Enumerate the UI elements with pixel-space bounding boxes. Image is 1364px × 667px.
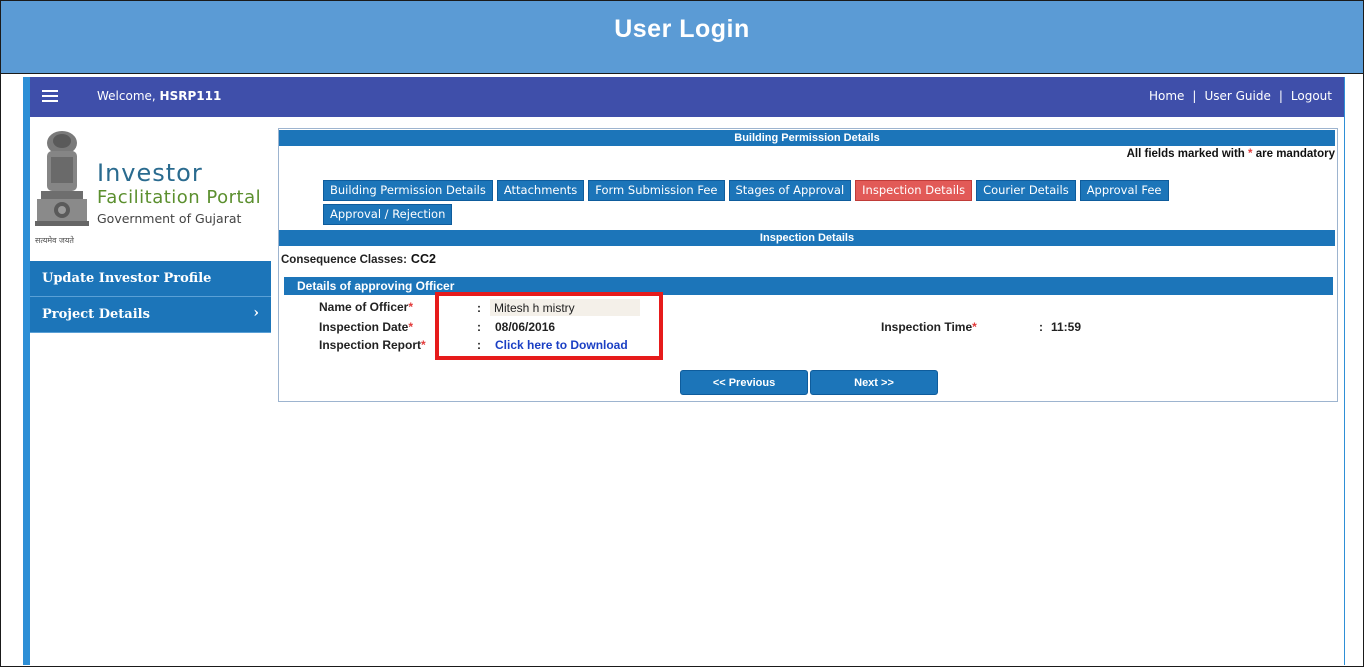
welcome-prefix: Welcome, (97, 89, 156, 103)
required-star: * (421, 338, 426, 352)
tab-attachments[interactable]: Attachments (496, 180, 585, 201)
tab-approval-rejection[interactable]: Approval / Rejection (323, 204, 453, 225)
main-content-panel: Building Permission Details All fields m… (278, 128, 1338, 402)
inspection-report-label: Inspection Report* (319, 338, 426, 352)
logo-government: Government of Gujarat (97, 211, 242, 226)
required-star: * (1248, 148, 1253, 160)
portal-logo[interactable]: Investor Facilitation Portal Government … (33, 127, 269, 247)
previous-button[interactable]: << Previous (680, 370, 808, 395)
sidebar-item-label: Project Details (42, 307, 150, 322)
section-header-building-permission: Building Permission Details (279, 130, 1335, 146)
separator: | (1192, 89, 1197, 103)
sidebar-item-project-details[interactable]: Project Details › (30, 297, 271, 333)
emblem-motto: सत्यमेव जयते (35, 236, 74, 245)
tab-form-submission-fee[interactable]: Form Submission Fee (588, 180, 725, 201)
inspection-time-label: Inspection Time* (881, 320, 977, 334)
top-navbar: Welcome, HSRP111 Home | User Guide | Logout (30, 77, 1344, 117)
app-container: Welcome, HSRP111 Home | User Guide | Logout … (23, 77, 1345, 665)
consequence-value: CC2 (410, 252, 436, 266)
sidebar: Investor Facilitation Portal Government … (30, 117, 271, 665)
sidebar-item-label: Update Investor Profile (42, 271, 212, 286)
page-title: User Login (614, 15, 750, 43)
next-button[interactable]: Next >> (810, 370, 938, 395)
logo-title: Investor (97, 159, 203, 187)
officer-name-label: Name of Officer* (319, 300, 414, 314)
inspection-date-value: 08/06/2016 (495, 320, 556, 334)
consequence-label: Consequence Classes: (281, 254, 407, 266)
tab-approval-fee[interactable]: Approval Fee (1079, 180, 1169, 201)
colon: : (477, 301, 481, 315)
mandatory-note: All fields marked with * are mandatory (1127, 148, 1335, 160)
colon: : (477, 320, 481, 334)
required-star: * (408, 320, 414, 334)
consequence-classes: Consequence Classes: CC2 (281, 252, 436, 266)
username: HSRP111 (159, 89, 222, 103)
user-guide-link[interactable]: User Guide (1204, 89, 1270, 103)
separator: | (1278, 89, 1283, 103)
tab-inspection-details[interactable]: Inspection Details (855, 180, 973, 201)
inspection-report-value: Click here to Download (495, 338, 628, 352)
required-star: * (972, 320, 977, 334)
tab-building-permission-details[interactable]: Building Permission Details (323, 180, 493, 201)
download-report-link[interactable]: Click here to Download (495, 338, 628, 352)
home-link[interactable]: Home (1149, 89, 1184, 103)
officer-section-header: Details of approving Officer (284, 277, 1333, 295)
national-emblem-icon (35, 131, 89, 226)
section-header-inspection-details: Inspection Details (279, 230, 1335, 246)
top-links: Home | User Guide | Logout (1149, 89, 1332, 103)
sidebar-item-update-investor-profile[interactable]: Update Investor Profile (30, 261, 271, 297)
tab-courier-details[interactable]: Courier Details (976, 180, 1076, 201)
hamburger-menu-icon[interactable] (42, 90, 58, 102)
logo-subtitle: Facilitation Portal (97, 187, 262, 208)
mandatory-suffix: are mandatory (1255, 148, 1335, 160)
tab-stages-of-approval[interactable]: Stages of Approval (728, 180, 852, 201)
colon: : (1039, 320, 1043, 334)
inspection-date-label: Inspection Date* (319, 320, 414, 334)
tab-bar: Building Permission Details Attachments Fo… (323, 180, 1283, 228)
chevron-right-icon: › (253, 305, 259, 321)
colon: : (477, 338, 481, 352)
logout-link[interactable]: Logout (1291, 89, 1332, 103)
inspection-time-value: 11:59 (1051, 320, 1082, 334)
mandatory-prefix: All fields marked with (1126, 148, 1245, 160)
required-star: * (408, 300, 414, 314)
welcome-text: Welcome, HSRP111 (97, 89, 221, 103)
title-bar: User Login (1, 1, 1363, 74)
officer-name-field[interactable] (490, 299, 640, 316)
